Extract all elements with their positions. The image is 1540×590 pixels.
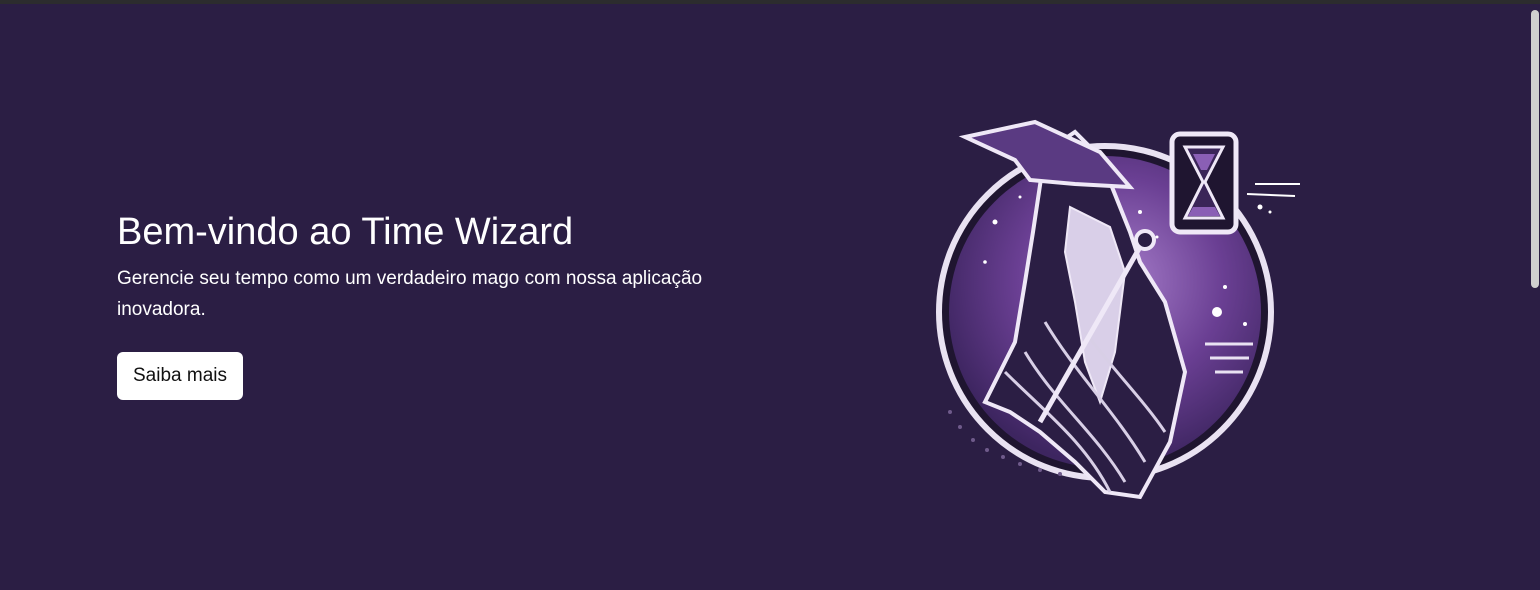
page-scrollbar-track[interactable] bbox=[1530, 4, 1540, 590]
hero-text-block: Bem-vindo ao Time Wizard Gerencie seu te… bbox=[117, 209, 757, 325]
learn-more-button[interactable]: Saiba mais bbox=[117, 352, 243, 400]
page-scrollbar-thumb[interactable] bbox=[1531, 10, 1539, 288]
hero-title: Bem-vindo ao Time Wizard bbox=[117, 211, 574, 253]
wizard-hourglass-logo-icon bbox=[936, 119, 1300, 500]
hero-section: Bem-vindo ao Time Wizard Gerencie seu te… bbox=[0, 4, 1530, 590]
hero-subtitle: Gerencie seu tempo como um verdadeiro ma… bbox=[117, 268, 703, 320]
